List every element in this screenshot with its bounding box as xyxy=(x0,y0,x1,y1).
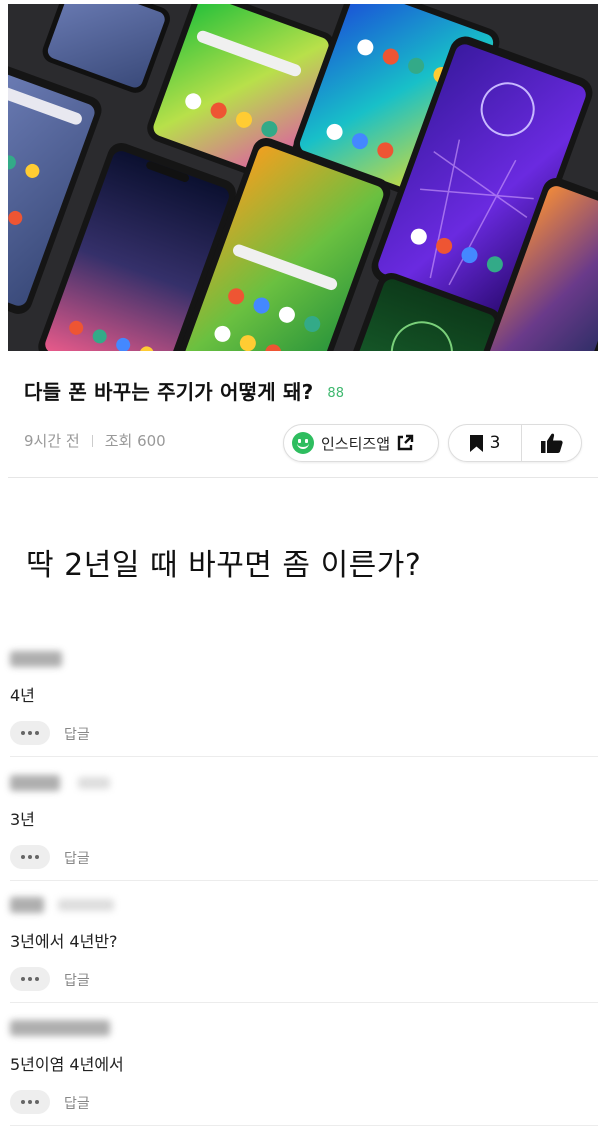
commenter-name-blurred xyxy=(10,775,60,791)
commenter-name-blurred xyxy=(10,1020,110,1036)
more-dots-icon[interactable] xyxy=(10,1090,50,1114)
external-link-icon xyxy=(397,434,414,451)
reply-button[interactable]: 답글 xyxy=(64,848,90,868)
header-divider xyxy=(8,477,598,478)
like-button[interactable] xyxy=(522,425,581,461)
bookmark-icon xyxy=(469,434,483,452)
reply-button[interactable]: 답글 xyxy=(64,970,90,990)
comment-item: 3년에서 4년반? 답글 xyxy=(10,879,598,1003)
open-app-button[interactable]: 인스티즈앱 xyxy=(283,424,439,462)
bookmark-button[interactable]: 3 xyxy=(449,425,522,461)
comment-time-blurred xyxy=(58,899,114,911)
meta-divider xyxy=(91,434,93,447)
comment-item: 5년이염 4년에서 답글 xyxy=(10,1002,598,1126)
post-meta: 9시간 전 조회 600 xyxy=(24,430,166,451)
open-app-label: 인스티즈앱 xyxy=(321,434,391,453)
bookmark-count: 3 xyxy=(489,433,501,453)
post-actions: 3 xyxy=(448,424,582,462)
post-title: 다들 폰 바꾸는 주기가 어떻게 돼? xyxy=(24,379,314,404)
post-title-row: 다들 폰 바꾸는 주기가 어떻게 돼? 88 xyxy=(24,375,344,405)
comment-item: 3년 답글 xyxy=(10,757,598,881)
more-dots-icon[interactable] xyxy=(10,967,50,991)
post-hero-image xyxy=(8,4,598,351)
more-dots-icon[interactable] xyxy=(10,721,50,745)
comment-text: 5년이염 4년에서 xyxy=(10,1055,124,1074)
comment-count[interactable]: 88 xyxy=(327,386,344,401)
comment-divider xyxy=(10,1125,598,1126)
comment-item: 4년 답글 xyxy=(10,633,598,757)
comment-text: 4년 xyxy=(10,686,35,705)
more-dots-icon[interactable] xyxy=(10,845,50,869)
post-time: 9시간 전 xyxy=(24,432,80,450)
smile-icon xyxy=(292,432,314,454)
comment-time-blurred xyxy=(78,777,110,789)
reply-button[interactable]: 답글 xyxy=(64,1093,90,1113)
commenter-name-blurred xyxy=(10,897,44,913)
comment-text: 3년 xyxy=(10,810,35,829)
comment-text: 3년에서 4년반? xyxy=(10,932,118,951)
reply-button[interactable]: 답글 xyxy=(64,724,90,744)
post-body: 딱 2년일 때 바꾸면 좀 이른가? xyxy=(26,548,422,583)
commenter-name-blurred xyxy=(10,651,62,667)
thumbs-up-icon xyxy=(540,433,563,453)
post-views: 조회 600 xyxy=(104,432,166,450)
